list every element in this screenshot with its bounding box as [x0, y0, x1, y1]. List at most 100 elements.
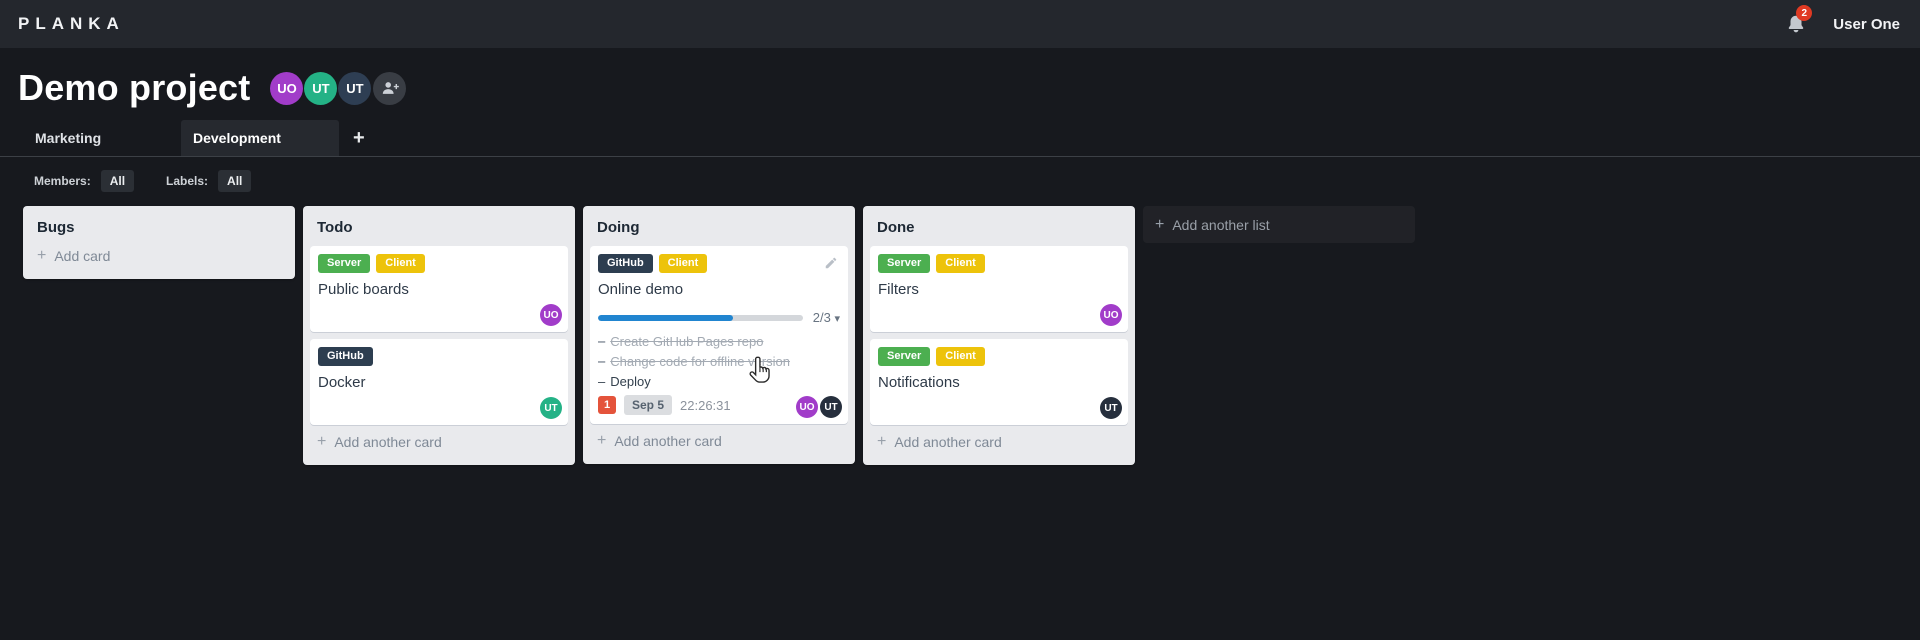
- pencil-icon: [825, 257, 837, 269]
- add-card-label: Add another card: [894, 434, 1002, 450]
- list-title[interactable]: Doing: [590, 206, 848, 246]
- card-name: Filters: [878, 281, 919, 299]
- tabs-divider: [0, 156, 1920, 157]
- task-item[interactable]: – Change code for offline version: [598, 354, 840, 369]
- tabs-container: Marketing Development: [23, 120, 339, 156]
- project-members: UO UT UT: [270, 71, 372, 105]
- timer-badge[interactable]: 22:26:31: [680, 398, 731, 413]
- task-text: Change code for offline version: [610, 354, 790, 370]
- planka-app: PLANKA 2 User One Demo project UO UT UT Ma…: [0, 0, 1920, 640]
- due-date-badge[interactable]: Sep 5: [624, 395, 673, 416]
- members-filter-value[interactable]: All: [100, 170, 135, 192]
- card-name: Notifications: [878, 374, 960, 392]
- card-member-avatar[interactable]: UO: [540, 304, 562, 326]
- tasks-progress: 2/3 ▾: [598, 310, 840, 325]
- list-bugs: Bugs + Add card: [23, 206, 295, 279]
- card[interactable]: Server Client Filters UO: [870, 246, 1128, 332]
- project-member-avatar[interactable]: UO: [270, 71, 304, 105]
- notification-count-badge: 2: [1796, 5, 1813, 21]
- progress-bar: [598, 314, 803, 321]
- card-name: Public boards: [318, 281, 409, 299]
- top-bar: PLANKA 2 User One: [0, 0, 1920, 48]
- add-card-label: Add card: [54, 248, 111, 264]
- labels-filter-label: Labels:: [166, 174, 209, 188]
- card[interactable]: GitHub Client Online demo 2/3 ▾ – Create GitH…: [590, 246, 848, 425]
- task-dash: –: [598, 334, 606, 350]
- list-title[interactable]: Todo: [310, 206, 568, 246]
- add-member-button[interactable]: [373, 71, 407, 105]
- card-labels: Server Client: [878, 347, 1120, 367]
- card-labels: Server Client: [318, 254, 560, 274]
- card-member-avatar[interactable]: UO: [796, 396, 818, 419]
- plus-icon: +: [597, 432, 607, 450]
- chevron-down-icon: ▾: [834, 313, 840, 326]
- label-chip[interactable]: GitHub: [598, 254, 653, 274]
- label-chip[interactable]: Client: [658, 254, 708, 274]
- list-doing: Doing GitHub Client Online demo 2/3 ▾ – Create…: [583, 206, 855, 465]
- add-list-button[interactable]: + Add another list: [1143, 206, 1415, 243]
- board-tabs: Marketing Development +: [0, 120, 1920, 156]
- label-chip[interactable]: Client: [376, 254, 425, 274]
- card-name: Docker: [318, 374, 366, 392]
- label-chip[interactable]: Client: [936, 347, 985, 367]
- app-logo[interactable]: PLANKA: [18, 14, 125, 34]
- label-chip[interactable]: Client: [936, 254, 985, 274]
- add-card-label: Add another card: [614, 433, 722, 450]
- card-labels: GitHub: [318, 347, 560, 367]
- card-labels: GitHub Client: [598, 254, 840, 274]
- list-done: Done Server Client Filters UO Server Client Not…: [863, 206, 1135, 465]
- project-header: Demo project UO UT UT: [0, 48, 1920, 114]
- user-menu[interactable]: User One: [1833, 16, 1900, 33]
- task-text: Create GitHub Pages repo: [610, 334, 764, 350]
- card-members: UO: [1098, 304, 1122, 326]
- plus-icon: +: [37, 247, 47, 264]
- plus-icon: +: [877, 433, 887, 450]
- label-chip[interactable]: Server: [878, 347, 931, 367]
- label-chip[interactable]: Server: [878, 254, 931, 274]
- add-card-button[interactable]: + Add another card: [870, 432, 1009, 465]
- task-item[interactable]: – Create GitHub Pages repo: [598, 334, 840, 349]
- tab-development[interactable]: Development: [181, 120, 339, 156]
- project-member-avatar[interactable]: UT: [304, 71, 338, 105]
- add-card-button[interactable]: + Add another card: [310, 432, 449, 465]
- add-card-label: Add another card: [334, 434, 442, 450]
- card-members: UT: [1098, 397, 1122, 419]
- add-list-label: Add another list: [1172, 216, 1270, 233]
- list-title[interactable]: Bugs: [30, 206, 288, 246]
- card[interactable]: GitHub Docker UT: [310, 339, 568, 425]
- progress-bar-fill: [598, 314, 734, 321]
- card-notification-badge: 1: [598, 396, 616, 415]
- labels-filter-value[interactable]: All: [218, 170, 252, 192]
- task-list: – Create GitHub Pages repo – Change code fo…: [598, 334, 840, 389]
- task-dash: –: [598, 354, 606, 370]
- add-member-icon: [382, 82, 399, 94]
- project-title[interactable]: Demo project: [18, 67, 250, 109]
- card[interactable]: Server Client Notifications UT: [870, 339, 1128, 425]
- board: Bugs + Add card Todo Server Client Public boar…: [0, 204, 1920, 640]
- task-item[interactable]: – Deploy: [598, 374, 840, 389]
- card-member-avatar[interactable]: UO: [1100, 304, 1122, 326]
- card-member-avatar[interactable]: UT: [1100, 397, 1122, 419]
- tasks-count-toggle[interactable]: 2/3 ▾: [813, 310, 840, 325]
- card-members: UO: [538, 304, 562, 326]
- card-members: UO UT: [794, 396, 842, 419]
- task-text: Deploy: [610, 374, 651, 390]
- card[interactable]: Server Client Public boards UO: [310, 246, 568, 332]
- card-name: Online demo: [598, 281, 684, 299]
- task-dash: –: [598, 374, 606, 390]
- notifications-button[interactable]: 2: [1785, 5, 1813, 36]
- topbar-right: 2 User One: [1785, 5, 1900, 36]
- project-member-avatar[interactable]: UT: [338, 71, 372, 105]
- card-labels: Server Client: [878, 254, 1120, 274]
- add-card-button[interactable]: + Add another card: [590, 431, 729, 464]
- add-card-button[interactable]: + Add card: [30, 246, 117, 279]
- plus-icon: +: [1155, 215, 1165, 233]
- label-chip[interactable]: Server: [318, 254, 371, 274]
- label-chip[interactable]: GitHub: [318, 347, 373, 367]
- edit-card-button[interactable]: [822, 254, 840, 275]
- list-title[interactable]: Done: [870, 206, 1128, 246]
- add-board-button[interactable]: +: [339, 120, 379, 156]
- card-member-avatar[interactable]: UT: [540, 397, 562, 419]
- tab-marketing[interactable]: Marketing: [23, 120, 181, 156]
- card-member-avatar[interactable]: UT: [820, 396, 842, 419]
